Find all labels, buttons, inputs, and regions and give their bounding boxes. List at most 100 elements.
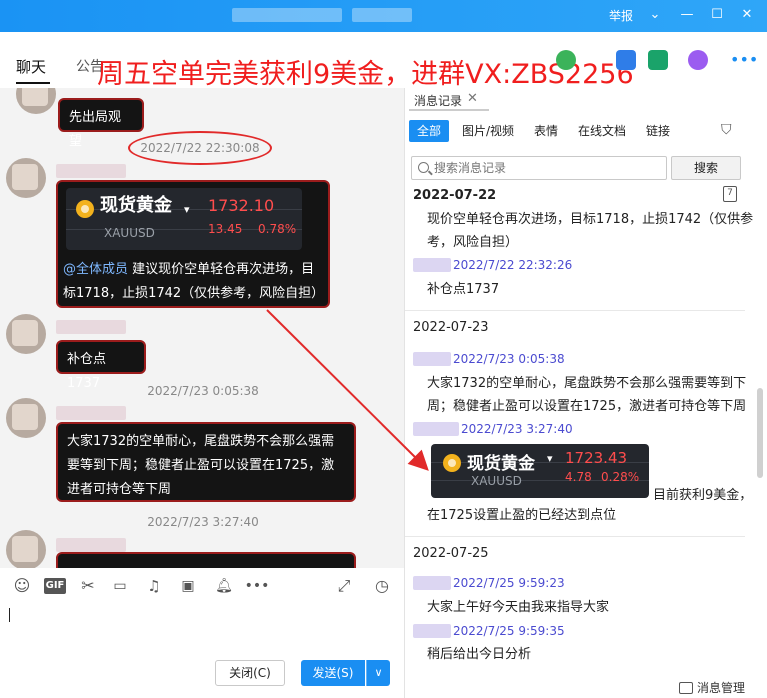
scissors-icon[interactable]: ✂ [78, 576, 98, 596]
gold-coin-icon [443, 454, 461, 472]
history-timestamp: 2022/7/25 9:59:23 [453, 576, 565, 590]
history-text: 稍后给出今日分析 [427, 647, 532, 662]
avatar[interactable] [6, 530, 46, 568]
red-annotation-ellipse [128, 131, 272, 165]
sender-name-blurred [413, 576, 451, 590]
history-scrollbar[interactable] [757, 388, 763, 478]
folder-icon[interactable]: ▭ [110, 576, 130, 596]
message-bubble[interactable]: 大家1732的空单耐心，尾盘跌势不会那么强需要等到下周；稳健者止盈可以设置在17… [56, 422, 356, 502]
history-date: 2022-07-22 [413, 188, 497, 203]
search-input[interactable] [434, 158, 664, 178]
history-tab-underline [409, 109, 489, 111]
search-button[interactable]: 搜索 [671, 156, 741, 180]
history-date: 2022-07-25 [413, 546, 489, 561]
more-icon[interactable]: ••• [730, 50, 758, 69]
nickname-blurred [56, 406, 126, 420]
quote-name: 现货黄金 [467, 454, 535, 474]
gif-icon[interactable]: GIF [44, 578, 66, 594]
nickname-blurred [56, 164, 126, 178]
quote-name: 现货黄金 [100, 195, 172, 216]
nickname-blurred [56, 320, 126, 334]
quote-change: 13.45 [208, 222, 243, 236]
chat-message-list[interactable]: 先出局观望 2022/7/22 22:30:08 现货黄金 ▾ XAUUSD 1… [0, 88, 404, 568]
group-name-blurred [232, 8, 342, 22]
quote-change: 4.78 [565, 470, 592, 484]
tab-chat[interactable]: 聊天 [16, 56, 46, 77]
mention-all[interactable]: @全体成员 [63, 262, 128, 277]
report-button[interactable]: 举报 [609, 7, 633, 24]
composer-toolbar: ☺ GIF ✂ ▭ ♫ ▣ 🔔︎ ••• ⤢ ◷ [0, 568, 404, 604]
image-icon[interactable]: ▣ [178, 576, 198, 596]
send-button[interactable]: 发送(S) [301, 660, 365, 686]
filter-docs[interactable]: 在线文档 [578, 121, 626, 141]
history-text: 大家上午好今天由我来指导大家 [427, 600, 610, 615]
gold-coin-icon [76, 200, 94, 218]
caret-down-icon: ▾ [547, 452, 553, 465]
close-button[interactable]: 关闭(C) [215, 660, 285, 686]
more-icon[interactable]: ••• [244, 576, 270, 596]
avatar[interactable] [6, 314, 46, 354]
nickname-blurred [56, 538, 126, 552]
maximize-icon[interactable]: ☐ [706, 4, 728, 26]
message-text: 补仓点1737 [67, 352, 107, 391]
music-icon[interactable]: ♫ [144, 576, 164, 596]
calendar-icon[interactable]: 7 [723, 186, 737, 202]
gold-quote-card[interactable]: 现货黄金 ▾ XAUUSD 1723.43 4.78 0.28% [431, 444, 649, 498]
avatar[interactable] [6, 158, 46, 198]
history-tab[interactable]: 消息记录 [414, 92, 462, 109]
bell-icon[interactable]: 🔔︎ [214, 576, 234, 596]
message-timestamp: 2022/7/23 0:05:38 [147, 384, 259, 398]
quote-price: 1723.43 [565, 449, 628, 467]
text-caret [9, 608, 10, 622]
filter-funnel-icon[interactable]: ⛉ [721, 122, 732, 138]
gold-quote-card[interactable]: 现货黄金 ▾ XAUUSD 1732.10 13.45 0.78% [66, 188, 302, 250]
avatar[interactable] [16, 88, 56, 114]
overlay-banner: 周五空单完美获利9美金，进群VX:ZBS2256 [97, 59, 634, 90]
search-icon [418, 162, 429, 173]
history-text: 在1725设置止盈的已经达到点位 [427, 508, 617, 523]
message-timestamp: 2022/7/23 3:27:40 [147, 515, 259, 529]
filter-links[interactable]: 链接 [646, 121, 670, 141]
active-tab-underline [16, 82, 50, 84]
quote-percent: 0.78% [258, 222, 297, 236]
close-icon[interactable]: ✕ [736, 4, 758, 26]
search-field[interactable] [411, 156, 667, 180]
message-bubble[interactable] [56, 552, 356, 568]
quote-percent: 0.28% [601, 470, 640, 484]
expand-icon[interactable]: ⤢ [334, 576, 354, 596]
quote-code: XAUUSD [471, 474, 522, 488]
close-icon[interactable]: ✕ [467, 91, 478, 106]
message-text: 大家1732的空单耐心，尾盘跌势不会那么强需要等到下周；稳健者止盈可以设置在17… [67, 434, 335, 497]
group-name-blurred [352, 8, 412, 22]
emoji-icon[interactable]: ☺ [12, 576, 32, 596]
sender-name-blurred [413, 258, 451, 272]
history-list[interactable]: 2022-07-22 7 现价空单轻仓再次进场，目标1718，止损1742（仅供… [405, 186, 767, 668]
title-bar: 举报 ⌄ — ☐ ✕ [0, 0, 767, 32]
sender-name-blurred [413, 624, 451, 638]
tab-bar: 聊天 公告 周五空单完美获利9美金，进群VX:ZBS2256 ••• [0, 32, 767, 90]
message-manage-icon[interactable] [679, 682, 693, 694]
message-bubble[interactable]: 现货黄金 ▾ XAUUSD 1732.10 13.45 0.78% @全体成员 … [56, 180, 330, 308]
app-icon[interactable] [688, 50, 708, 70]
message-bubble[interactable]: 先出局观望 [58, 98, 144, 149]
filter-stickers[interactable]: 表情 [534, 121, 558, 141]
history-timestamp: 2022/7/23 3:27:40 [461, 422, 573, 436]
history-icon[interactable]: ◷ [372, 576, 392, 596]
quote-code: XAUUSD [104, 226, 155, 240]
message-manage-link[interactable]: 消息管理 [697, 679, 745, 696]
history-timestamp: 2022/7/25 9:59:35 [453, 624, 565, 638]
message-bubble[interactable]: 补仓点1737 [56, 340, 146, 391]
quote-price: 1732.10 [208, 196, 275, 215]
history-date: 2022-07-23 [413, 320, 489, 335]
app-icon[interactable] [556, 50, 576, 70]
chevron-down-icon[interactable]: ⌄ [644, 4, 666, 26]
filter-media[interactable]: 图片/视频 [462, 121, 514, 141]
minimize-icon[interactable]: — [676, 4, 698, 26]
avatar[interactable] [6, 398, 46, 438]
caret-down-icon: ▾ [184, 203, 190, 216]
app-icon[interactable] [648, 50, 668, 70]
sender-name-blurred [413, 352, 451, 366]
app-icon[interactable] [616, 50, 636, 70]
send-options-chevron-icon[interactable]: ∨ [366, 660, 390, 686]
filter-all[interactable]: 全部 [409, 120, 449, 142]
